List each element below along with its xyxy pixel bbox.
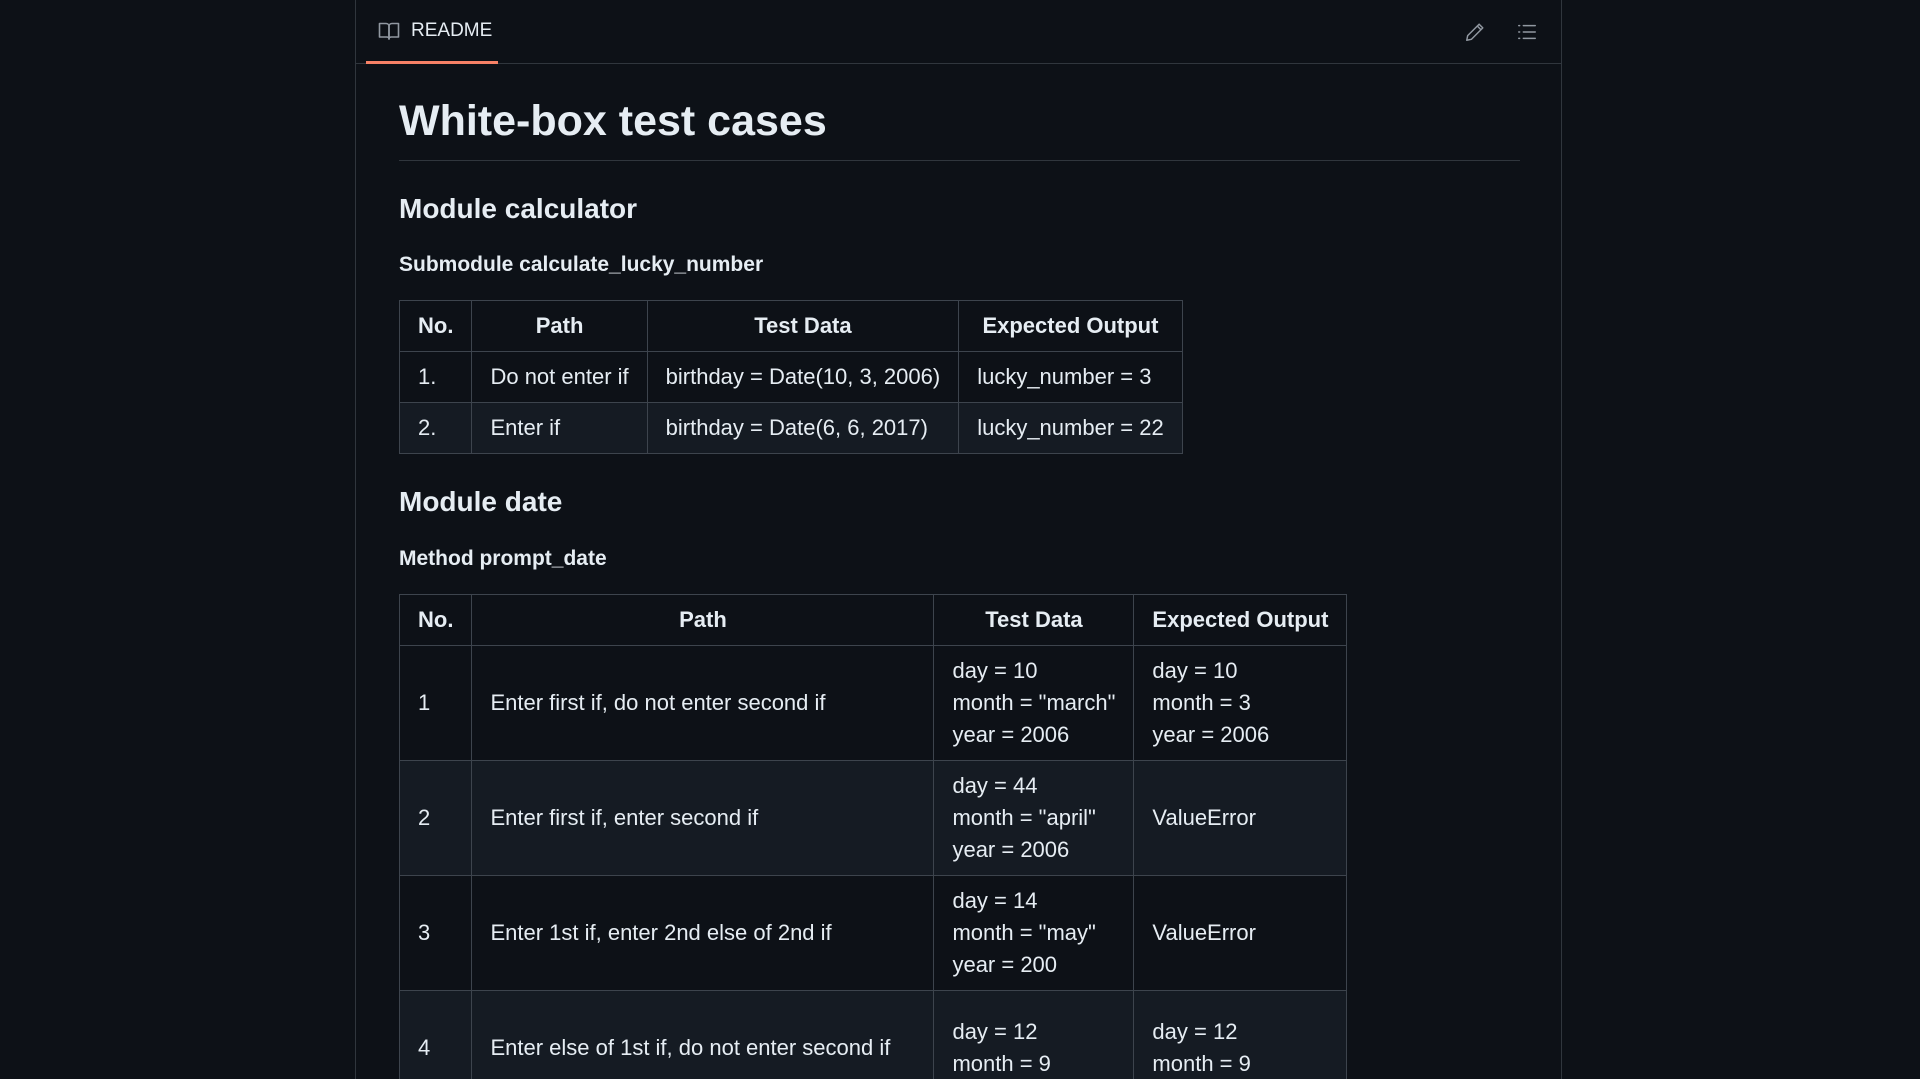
cell-line: day = 10	[1152, 657, 1238, 683]
table-row: 1 Enter first if, do not enter second if…	[398, 644, 1348, 761]
lucky-number-table: No. Path Test Data Expected Output 1. Do…	[398, 300, 1183, 455]
cell-line: month = "march"	[952, 689, 1116, 715]
column-header-test-data: Test Data	[933, 593, 1135, 646]
cell-line: ValueError	[1152, 919, 1256, 945]
section-heading-calculator: Module calculator	[399, 192, 638, 224]
readme-panel: README White-box test cases Module calcu…	[355, 0, 1562, 1079]
cell-line: day = 10	[952, 657, 1038, 683]
cell-line: month = "may"	[952, 919, 1096, 945]
readme-content: White-box test cases Module calculator S…	[398, 64, 1520, 1079]
cell-path: Enter first if, enter second if	[471, 759, 935, 876]
cell-test-data: day = 14 month = "may" year = 200	[933, 874, 1135, 991]
edit-button[interactable]	[1461, 18, 1489, 46]
table-row: 4 Enter else of 1st if, do not enter sec…	[398, 989, 1348, 1079]
cell-expected-output: ValueError	[1133, 759, 1348, 876]
cell-line: day = 44	[952, 772, 1038, 798]
readme-header: README	[356, 0, 1561, 64]
pencil-icon	[1466, 23, 1484, 41]
cell-path: Enter first if, do not enter second if	[471, 644, 935, 761]
subsection-heading-prompt-date: Method prompt_date	[399, 546, 607, 570]
cell-path: Enter else of 1st if, do not enter secon…	[471, 989, 935, 1079]
cell-no: 1	[398, 644, 473, 761]
table-header-row: No. Path Test Data Expected Output	[398, 300, 1183, 353]
cell-line: month = 3	[1152, 689, 1251, 715]
cell-line: day = 12	[1152, 1018, 1238, 1044]
cell-expected-output: day = 12 month = 9	[1133, 989, 1348, 1079]
cell-line: day = 14	[952, 887, 1038, 913]
column-header-path: Path	[471, 593, 935, 646]
cell-line: year = 2006	[1152, 721, 1270, 747]
table-row: 1. Do not enter if birthday = Date(10, 3…	[398, 351, 1183, 404]
cell-path: Enter if	[471, 402, 648, 455]
cell-path: Do not enter if	[471, 351, 648, 404]
cell-expected-output: ValueError	[1133, 874, 1348, 991]
cell-line: year = 2006	[952, 721, 1070, 747]
cell-expected-output: lucky_number = 22	[958, 402, 1183, 455]
cell-no: 4	[398, 989, 473, 1079]
readme-tab-label: README	[411, 19, 493, 41]
table-of-contents-button[interactable]	[1513, 18, 1541, 46]
section-heading-date: Module date	[399, 486, 563, 518]
page-title: White-box test cases	[399, 96, 1520, 161]
column-header-path: Path	[471, 300, 648, 353]
cell-no: 3	[398, 874, 473, 991]
readme-tab[interactable]: README	[366, 0, 498, 64]
cell-no: 1.	[398, 351, 473, 404]
cell-line: month = 9	[1152, 1050, 1251, 1076]
cell-test-data: birthday = Date(6, 6, 2017)	[646, 402, 960, 455]
cell-test-data: day = 12 month = 9	[933, 989, 1135, 1079]
table-row: 2. Enter if birthday = Date(6, 6, 2017) …	[398, 402, 1183, 455]
cell-test-data: day = 44 month = "april" year = 2006	[933, 759, 1135, 876]
column-header-no: No.	[398, 300, 473, 353]
cell-test-data: birthday = Date(10, 3, 2006)	[646, 351, 960, 404]
cell-no: 2.	[398, 402, 473, 455]
table-row: 3 Enter 1st if, enter 2nd else of 2nd if…	[398, 874, 1348, 991]
cell-path: Enter 1st if, enter 2nd else of 2nd if	[471, 874, 935, 991]
subsection-heading-lucky-number: Submodule calculate_lucky_number	[399, 252, 764, 276]
list-icon	[1518, 24, 1536, 40]
cell-expected-output: lucky_number = 3	[958, 351, 1183, 404]
cell-line: day = 12	[952, 1018, 1038, 1044]
column-header-no: No.	[398, 593, 473, 646]
cell-test-data: day = 10 month = "march" year = 2006	[933, 644, 1135, 761]
column-header-expected-output: Expected Output	[1133, 593, 1348, 646]
table-row: 2 Enter first if, enter second if day = …	[398, 759, 1348, 876]
table-header-row: No. Path Test Data Expected Output	[398, 593, 1348, 646]
prompt-date-table: No. Path Test Data Expected Output 1 Ent…	[398, 593, 1348, 1079]
cell-line: ValueError	[1152, 804, 1256, 830]
book-icon	[378, 22, 400, 40]
cell-line: year = 200	[952, 951, 1058, 977]
cell-no: 2	[398, 759, 473, 876]
cell-line: month = "april"	[952, 804, 1096, 830]
column-header-test-data: Test Data	[646, 300, 960, 353]
cell-line: year = 2006	[952, 836, 1070, 862]
column-header-expected-output: Expected Output	[958, 300, 1183, 353]
cell-expected-output: day = 10 month = 3 year = 2006	[1133, 644, 1348, 761]
cell-line: month = 9	[952, 1050, 1051, 1076]
